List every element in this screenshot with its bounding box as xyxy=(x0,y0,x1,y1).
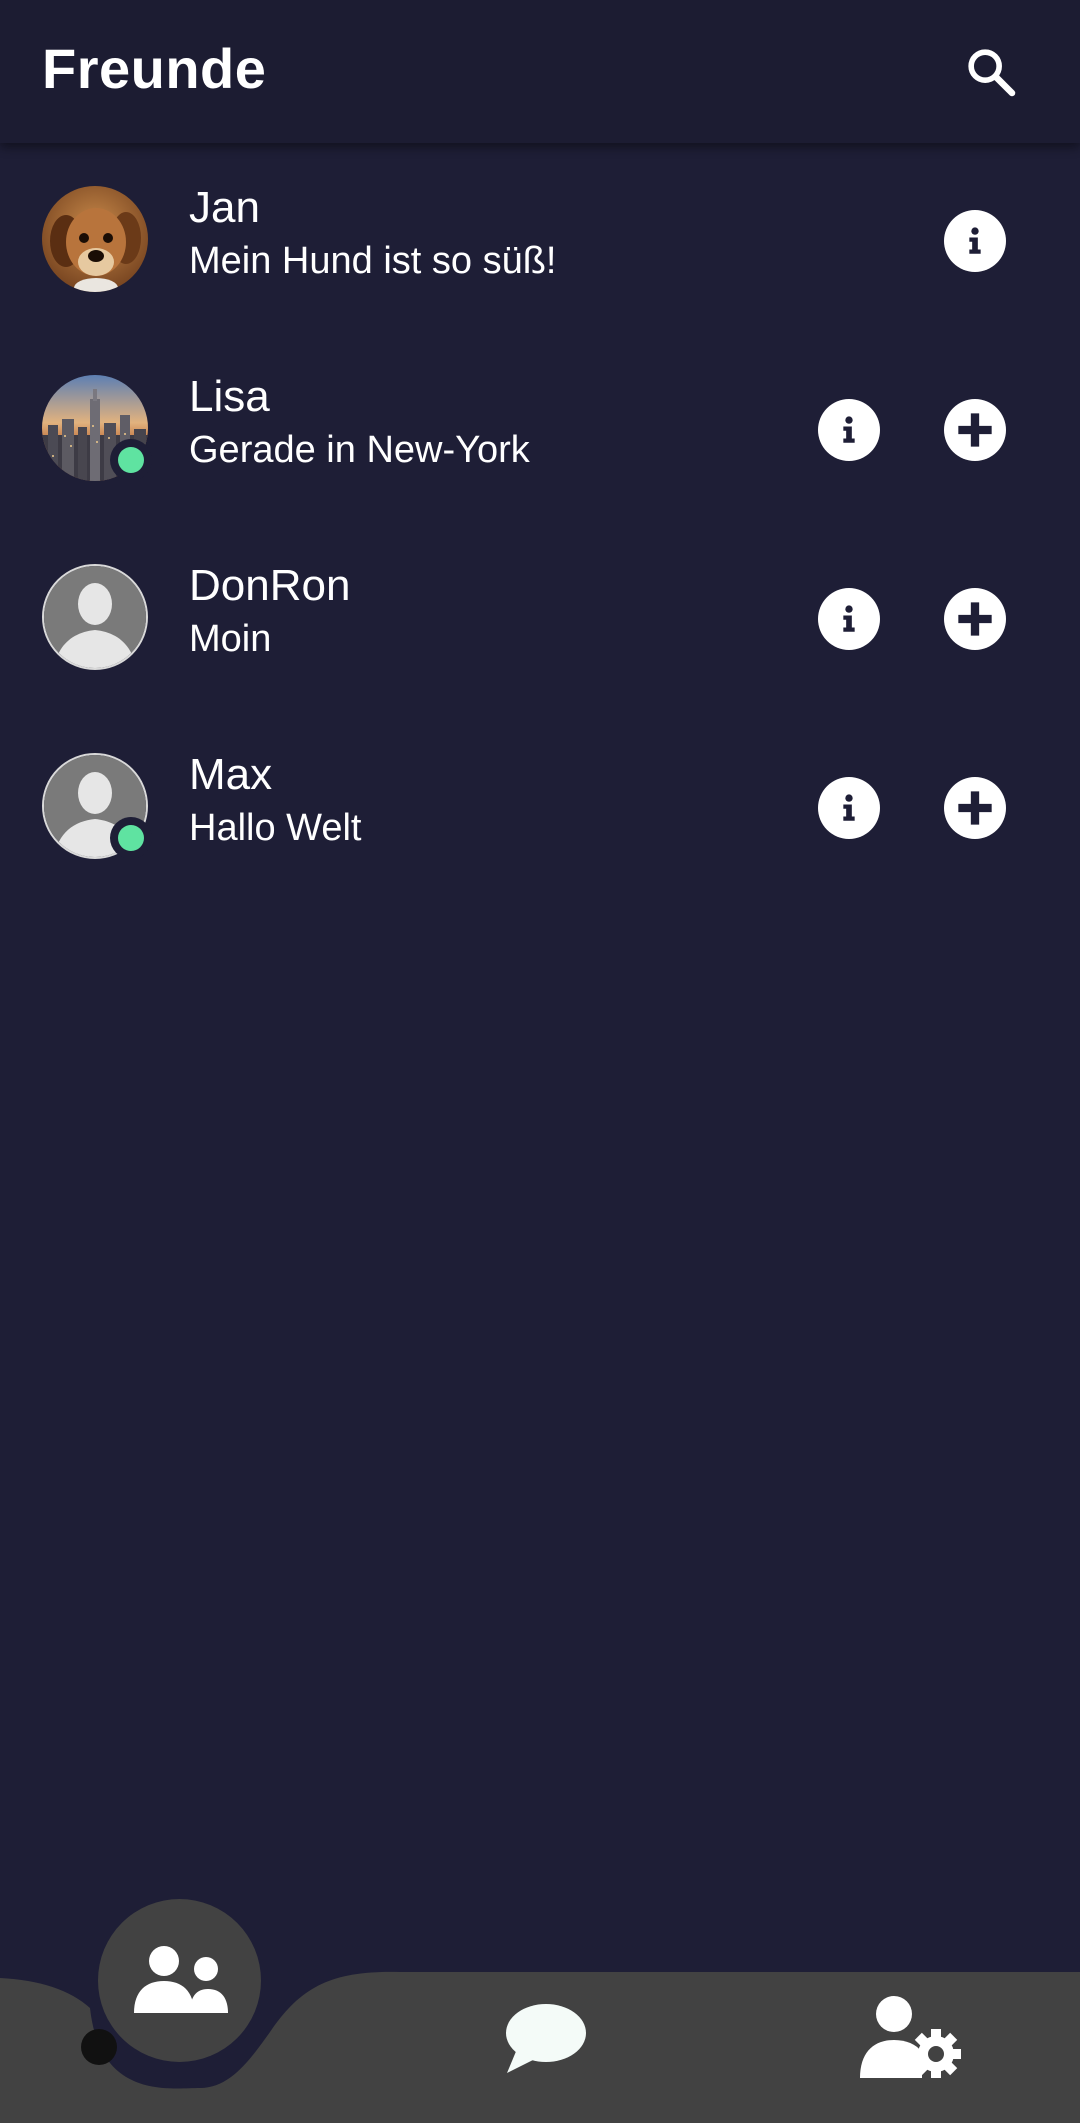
info-icon xyxy=(843,416,855,443)
friend-name: Jan xyxy=(189,183,260,232)
friend-name: Lisa xyxy=(189,372,270,421)
chat-bubble-icon xyxy=(506,2004,586,2073)
friend-status: Moin xyxy=(189,618,272,660)
plus-icon xyxy=(958,413,992,447)
page-title: Freunde xyxy=(42,37,267,100)
plus-icon xyxy=(958,791,992,825)
friend-status: Mein Hund ist so süß! xyxy=(189,240,557,282)
avatar[interactable] xyxy=(42,564,148,670)
nav-item-chat[interactable] xyxy=(490,1988,600,2088)
user-settings-icon xyxy=(860,1996,961,2078)
users-icon xyxy=(133,1945,228,2013)
info-icon xyxy=(843,605,855,632)
add-friend-button[interactable] xyxy=(944,777,1006,839)
friend-row-lisa[interactable]: Lisa Gerade in New-York xyxy=(0,332,1080,521)
indicator-dot xyxy=(81,2029,117,2065)
nav-item-friends[interactable] xyxy=(98,1899,261,2062)
info-button[interactable] xyxy=(944,210,1006,272)
avatar[interactable] xyxy=(42,375,152,481)
friend-row-jan[interactable]: Jan Mein Hund ist so süß! xyxy=(0,143,1080,332)
default-avatar-icon xyxy=(44,566,146,668)
friend-name: Max xyxy=(189,750,273,799)
add-friend-button[interactable] xyxy=(944,399,1006,461)
avatar[interactable] xyxy=(42,186,148,292)
friend-status: Gerade in New-York xyxy=(189,429,530,471)
nav-item-profile-settings[interactable] xyxy=(855,1984,965,2088)
friend-list: Jan Mein Hund ist so süß! Lisa Gerade in… xyxy=(0,143,1080,899)
bottom-navigation xyxy=(0,1899,1080,2123)
add-friend-button[interactable] xyxy=(944,588,1006,650)
online-indicator xyxy=(110,817,152,859)
info-button[interactable] xyxy=(818,777,880,839)
online-indicator xyxy=(110,439,152,481)
friend-row-donron[interactable]: DonRon Moin xyxy=(0,521,1080,710)
info-button[interactable] xyxy=(818,399,880,461)
search-icon xyxy=(968,49,1016,97)
info-button[interactable] xyxy=(818,588,880,650)
app-bar: Freunde xyxy=(0,0,1080,143)
friend-status: Hallo Welt xyxy=(189,807,362,849)
dog-photo xyxy=(42,186,148,292)
plus-icon xyxy=(958,602,992,636)
info-icon xyxy=(969,227,981,254)
search-button[interactable] xyxy=(955,36,1027,108)
friend-name: DonRon xyxy=(189,561,351,610)
avatar[interactable] xyxy=(42,753,152,859)
info-icon xyxy=(843,794,855,821)
friend-row-max[interactable]: Max Hallo Welt xyxy=(0,710,1080,899)
